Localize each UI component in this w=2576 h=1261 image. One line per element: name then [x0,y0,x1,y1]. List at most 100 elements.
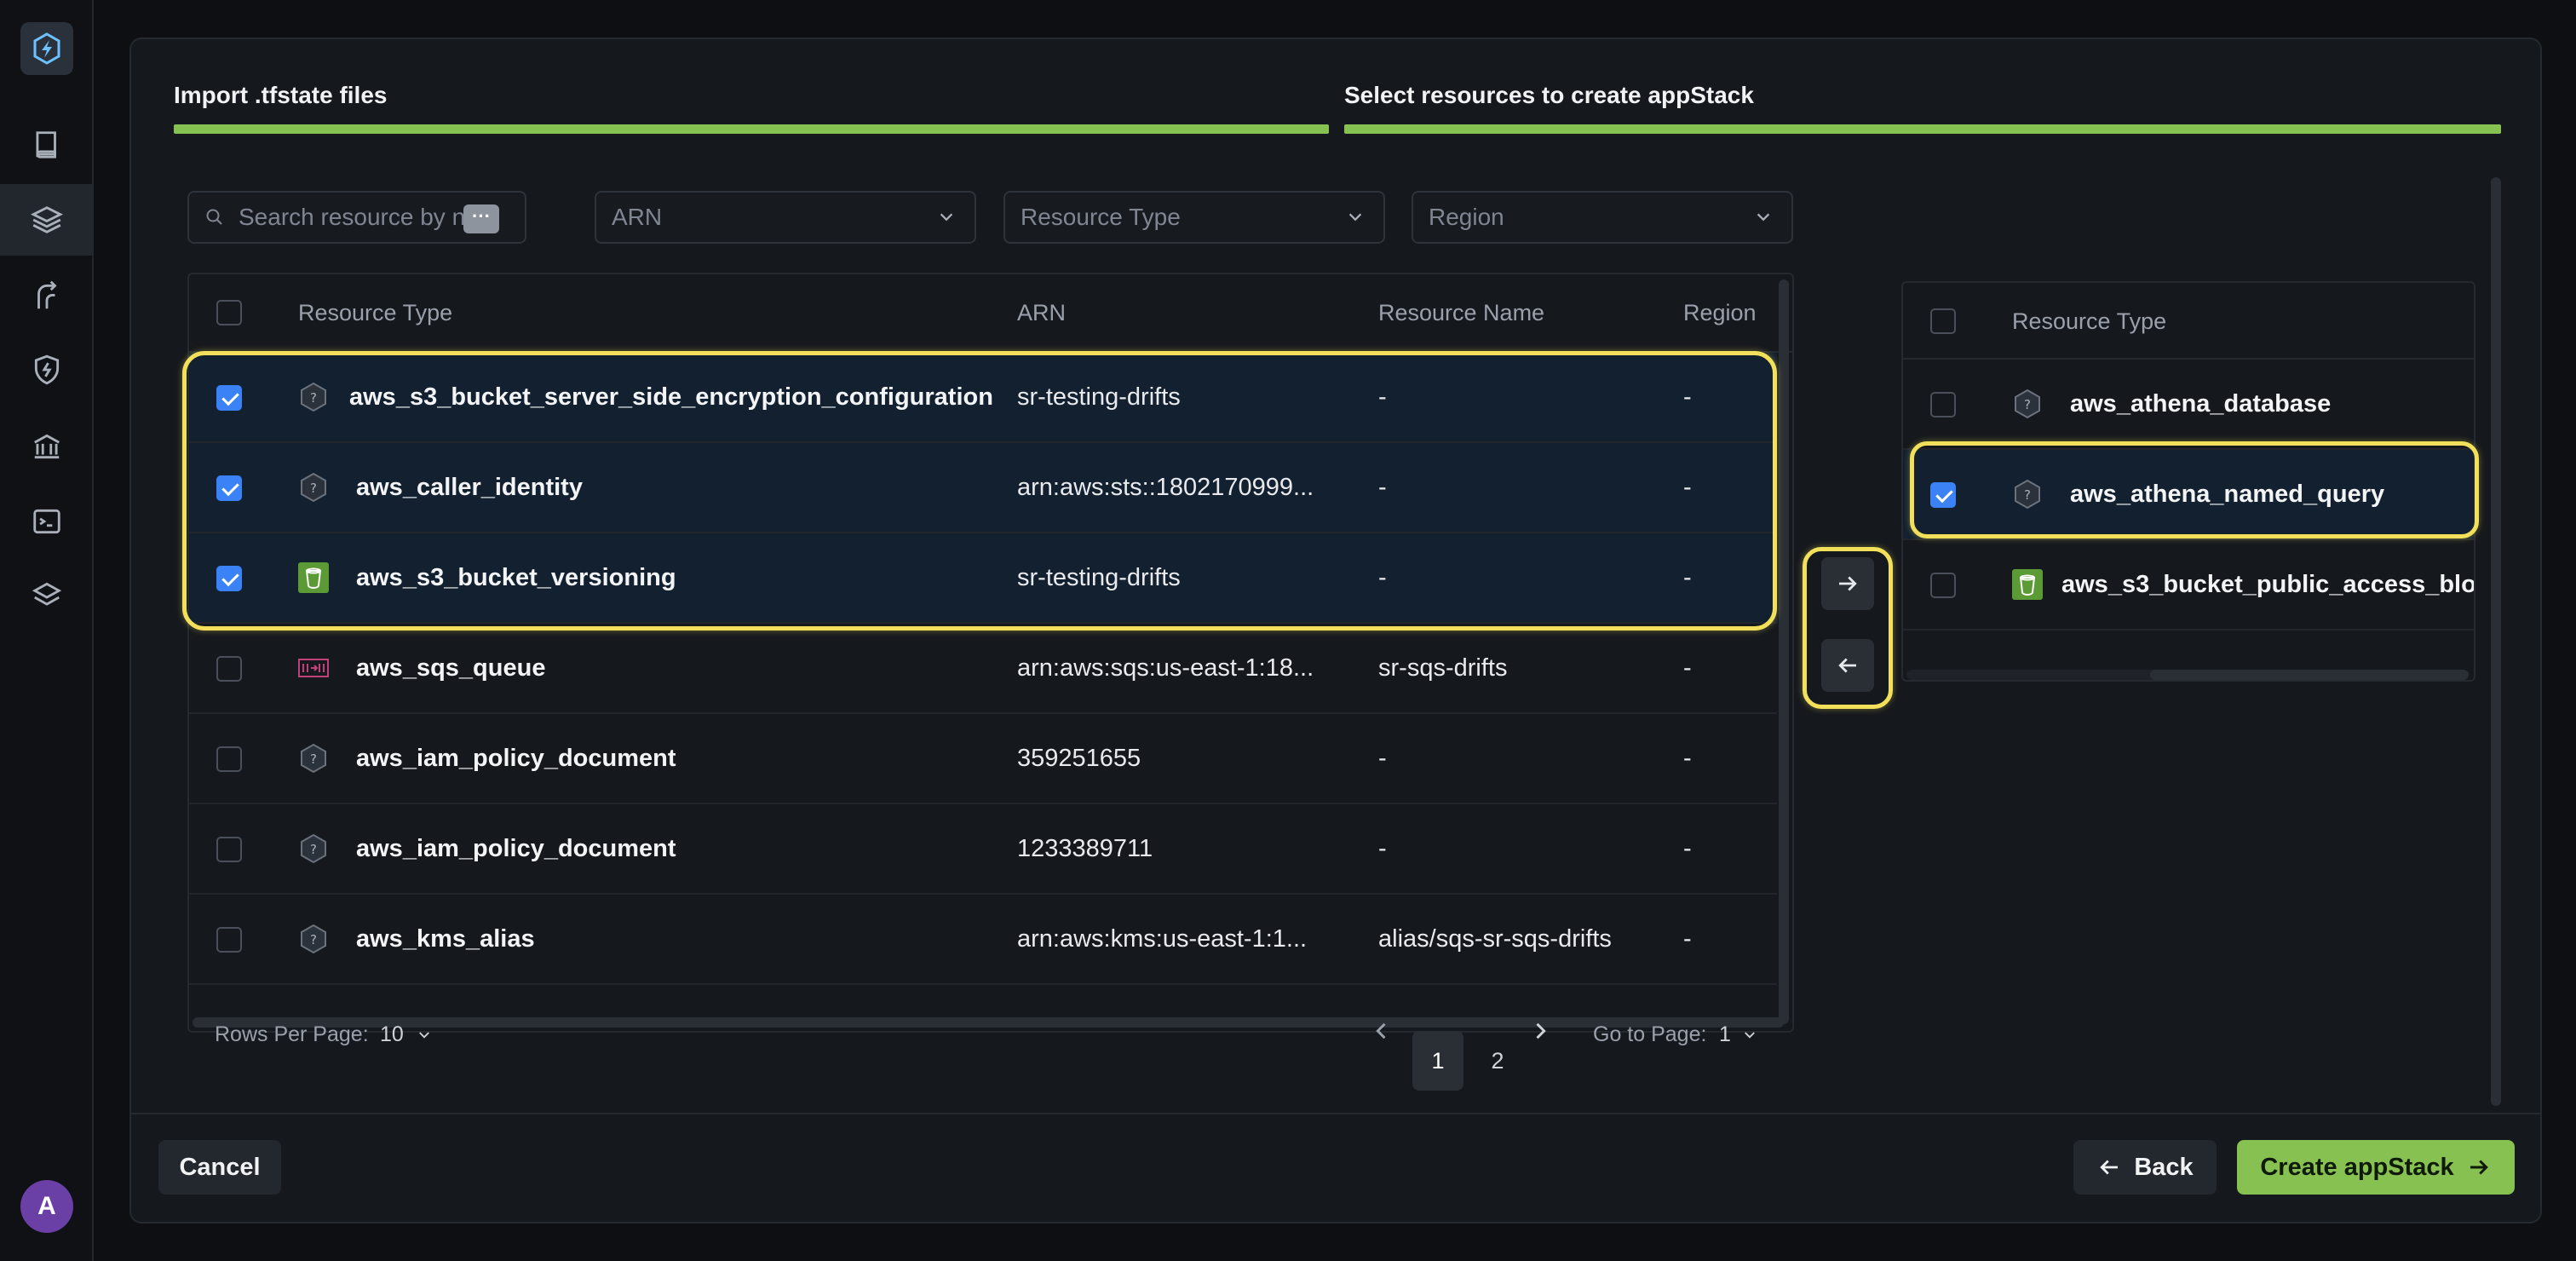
resource-type-filter-select[interactable]: Resource Type [1003,191,1385,244]
nav-appstacks[interactable] [0,184,94,256]
row-checkbox[interactable] [216,475,242,501]
row-checkbox[interactable] [1930,392,1956,417]
select-all-checkbox[interactable] [1930,308,1956,334]
select-all-checkbox[interactable] [216,300,242,325]
table-row[interactable]: ? aws_athena_named_query [1903,450,2474,540]
rows-per-page-value: 10 [380,1022,404,1046]
resource-type: aws_sqs_queue [356,654,546,682]
nav-security[interactable] [0,334,94,406]
row-checkbox[interactable] [216,385,242,411]
step-select: Select resources to create appStack [1344,82,2501,134]
chevron-down-icon [940,213,953,222]
svg-text:?: ? [310,390,317,406]
table-row[interactable]: aws_s3_bucket_versioning sr-testing-drif… [189,533,1777,624]
search-input[interactable] [239,204,494,231]
table-row[interactable]: ? aws_iam_policy_document 1233389711 - - [189,804,1777,895]
sqs-queue-icon [298,659,329,677]
bank-icon [34,434,60,459]
step-select-progress [1344,124,2501,134]
row-checkbox[interactable] [1930,573,1956,598]
s3-bucket-icon [2012,569,2043,600]
resource-type: aws_iam_policy_document [356,745,676,772]
unknown-resource-icon: ? [2015,389,2040,419]
col-resource-type: Resource Type [2012,308,2167,334]
region-filter-select[interactable]: Region [1412,191,1793,244]
unknown-resource-icon: ? [301,924,326,954]
row-checkbox[interactable] [216,837,242,862]
move-right-button[interactable] [1821,557,1874,610]
resource-type: aws_athena_named_query [2070,481,2385,508]
page-button-2[interactable]: 2 [1472,1031,1523,1091]
col-resource-type: Resource Type [298,300,453,325]
prev-page-icon[interactable] [1370,1019,1394,1043]
table-row[interactable]: ? aws_caller_identity arn:aws:sts::18021… [189,443,1777,533]
table-row[interactable]: aws_sqs_queue arn:aws:sqs:us-east-1:18..… [189,624,1777,714]
unknown-resource-icon: ? [301,382,326,412]
table-header: Resource Type [1903,283,2474,360]
table-row[interactable]: ? aws_athena_database [1903,360,2474,450]
search-icon [206,209,222,225]
resource-type: aws_athena_database [2070,390,2332,417]
rows-per-page-select[interactable]: 10 [380,1022,434,1047]
row-checkbox[interactable] [1930,482,1956,508]
nav-policies[interactable] [0,411,94,482]
resource-type: aws_s3_bucket_public_access_bloc [2061,571,2474,598]
shield-bolt-icon [34,354,60,385]
resource-arn: 359251655 [1017,745,1141,772]
resource-type: aws_kms_alias [356,925,535,953]
unknown-resource-icon: ? [301,743,326,774]
app-logo[interactable] [20,22,73,75]
nav-terminal[interactable] [0,486,94,557]
col-resource-name: Resource Name [1378,300,1545,325]
region-filter-label: Region [1429,204,1504,230]
resource-name: - [1378,474,1387,501]
more-options-icon[interactable]: ··· [463,204,499,233]
table-row[interactable]: aws_s3_bucket_public_access_bloc [1903,540,2474,630]
resource-name: - [1378,745,1387,772]
resource-region: - [1683,564,1692,591]
resource-region: - [1683,925,1692,953]
go-to-page-select[interactable]: 1 [1719,1022,1759,1047]
resource-arn: sr-testing-drifts [1017,564,1181,591]
step-import: Import .tfstate files [174,82,1329,134]
table-row[interactable]: ? aws_s3_bucket_server_side_encryption_c… [189,353,1777,443]
move-left-button[interactable] [1821,639,1874,692]
nav-stacks[interactable] [0,559,94,630]
go-to-page-value: 1 [1719,1022,1731,1046]
resource-name: - [1378,383,1387,411]
row-checkbox[interactable] [216,656,242,682]
table-row[interactable]: ? aws_iam_policy_document 359251655 - - [189,714,1777,804]
resource-region: - [1683,474,1692,501]
arn-filter-select[interactable]: ARN [595,191,976,244]
svg-text:?: ? [310,842,317,857]
resource-name: - [1378,564,1387,591]
resource-type: aws_s3_bucket_versioning [356,564,676,591]
panel-vertical-scrollbar[interactable] [2491,177,2501,1106]
create-appstack-button[interactable]: Create appStack [2237,1140,2515,1195]
chevron-down-icon [418,1032,429,1039]
page-button-1[interactable]: 1 [1412,1031,1463,1091]
svg-text:?: ? [310,751,317,767]
col-arn: ARN [1017,300,1067,325]
avatar[interactable]: A [20,1180,73,1233]
table-horizontal-scrollbar[interactable] [2150,670,2469,680]
cancel-button[interactable]: Cancel [158,1140,281,1195]
unknown-resource-icon: ? [301,472,326,503]
resource-arn: sr-testing-drifts [1017,383,1181,411]
row-checkbox[interactable] [216,746,242,772]
chevron-down-icon [1348,213,1362,222]
nav-workflows[interactable] [0,261,94,332]
arrow-left-icon [2100,1160,2119,1175]
row-checkbox[interactable] [216,566,242,591]
back-button[interactable]: Back [2073,1140,2217,1195]
step-import-progress [174,124,1329,134]
resource-region: - [1683,654,1692,682]
arrow-right-icon [2470,1160,2488,1175]
table-vertical-scrollbar[interactable] [1779,279,1789,1024]
arrow-left-icon [1838,658,1856,673]
table-row[interactable]: ? aws_kms_alias arn:aws:kms:us-east-1:1.… [189,895,1777,985]
nav-docs[interactable] [0,109,94,181]
resource-type: aws_iam_policy_document [356,835,676,862]
row-checkbox[interactable] [216,927,242,953]
next-page-icon[interactable] [1528,1019,1552,1043]
